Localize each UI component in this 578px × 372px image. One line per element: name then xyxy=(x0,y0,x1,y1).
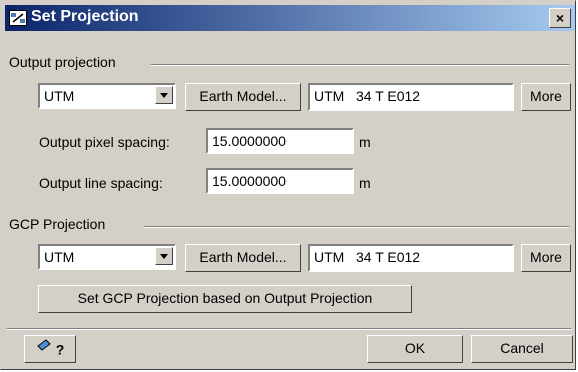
help-button[interactable]: ? xyxy=(24,335,76,363)
line-spacing-unit: m xyxy=(359,175,371,191)
gcp-group-label: GCP Projection xyxy=(9,216,110,232)
pixel-spacing-field[interactable]: 15.0000000 xyxy=(206,128,354,154)
output-projection-text: UTM 34 T E012 xyxy=(314,88,421,104)
ok-button[interactable]: OK xyxy=(367,335,463,363)
title-bar[interactable]: Set Projection × xyxy=(5,5,575,31)
set-projection-dialog: Set Projection × Output projection UTM E… xyxy=(0,0,576,370)
output-more-button[interactable]: More xyxy=(521,83,571,111)
output-projection-field[interactable]: UTM 34 T E012 xyxy=(308,83,514,111)
gcp-projection-text: UTM 34 T E012 xyxy=(314,249,421,265)
set-gcp-projection-button[interactable]: Set GCP Projection based on Output Proje… xyxy=(38,285,412,313)
line-spacing-field[interactable]: 15.0000000 xyxy=(206,168,354,194)
footer-separator xyxy=(7,328,571,330)
satellite-icon xyxy=(9,10,27,26)
pixel-spacing-unit: m xyxy=(359,134,371,150)
output-group-divider xyxy=(151,64,569,66)
output-projection-combo[interactable]: UTM xyxy=(38,83,176,109)
help-question-mark: ? xyxy=(55,341,65,358)
help-icon xyxy=(36,337,56,361)
pixel-spacing-value: 15.0000000 xyxy=(212,133,286,149)
gcp-projection-value: UTM xyxy=(44,249,75,265)
output-earth-model-button[interactable]: Earth Model... xyxy=(185,83,301,111)
close-button[interactable]: × xyxy=(549,8,571,28)
output-projection-value: UTM xyxy=(44,88,75,104)
chevron-down-icon[interactable] xyxy=(155,86,173,104)
window-title: Set Projection xyxy=(31,8,139,25)
cancel-button[interactable]: Cancel xyxy=(471,335,573,363)
gcp-earth-model-button[interactable]: Earth Model... xyxy=(185,244,301,272)
line-spacing-value: 15.0000000 xyxy=(212,173,286,189)
gcp-projection-combo[interactable]: UTM xyxy=(38,244,176,270)
gcp-more-button[interactable]: More xyxy=(521,244,571,272)
line-spacing-label: Output line spacing: xyxy=(39,175,163,191)
gcp-group-divider xyxy=(144,226,569,228)
pixel-spacing-label: Output pixel spacing: xyxy=(39,134,170,150)
output-group-label: Output projection xyxy=(9,54,120,70)
chevron-down-icon[interactable] xyxy=(155,247,173,265)
gcp-projection-field[interactable]: UTM 34 T E012 xyxy=(308,244,514,272)
